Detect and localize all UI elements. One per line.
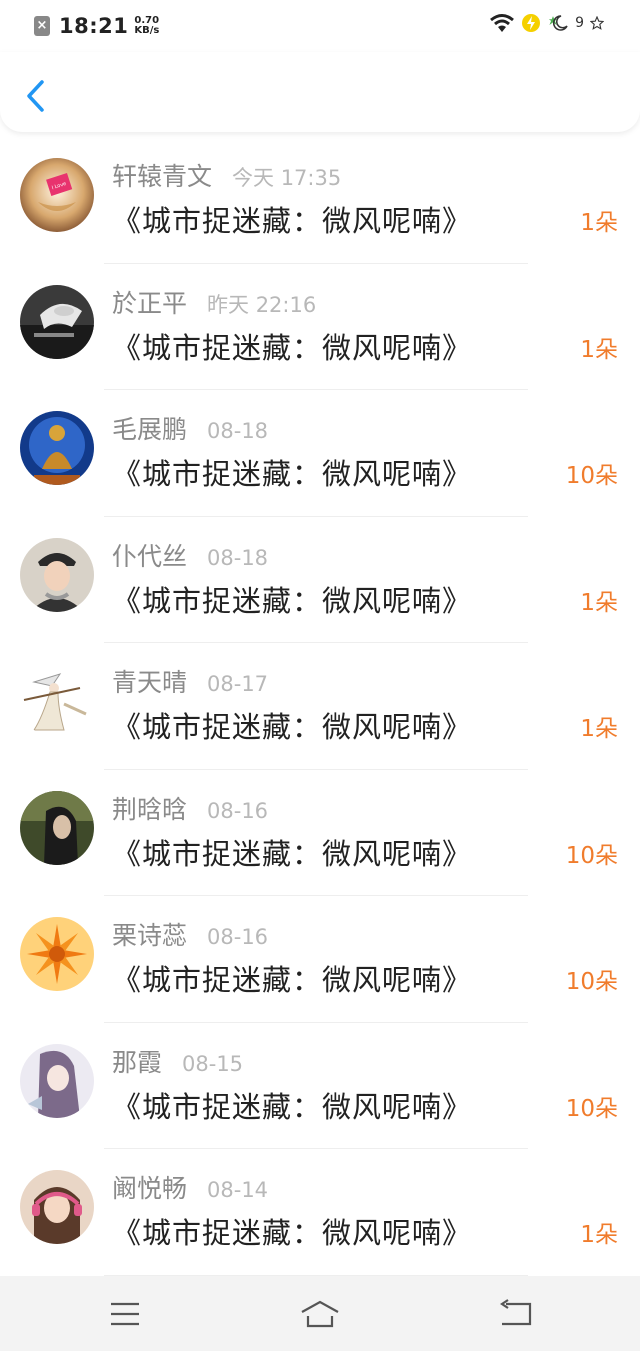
post-time: 08-18 — [207, 419, 269, 443]
book-title: 《城市捉迷藏：微风呢喃》 — [112, 710, 473, 744]
home-icon[interactable] — [298, 1296, 342, 1332]
avatar[interactable]: I Love — [20, 158, 94, 232]
list-item[interactable]: 毛展鹏 08-18 《城市捉迷藏：微风呢喃》 10朵 — [0, 390, 640, 517]
post-time: 08-15 — [182, 1051, 244, 1076]
user-name: 那霞 — [112, 1047, 163, 1077]
post-time: 08-18 — [207, 545, 269, 570]
user-name: 栗诗蕊 — [112, 921, 188, 950]
user-name: 荆晗晗 — [112, 794, 188, 824]
back-icon[interactable] — [496, 1296, 536, 1332]
moon-star-icon — [548, 15, 568, 31]
flower-count: 1朵 — [580, 210, 618, 236]
status-bar: × 18:21 0.70 KB/s 9 — [0, 0, 640, 52]
book-title: 《城市捉迷藏：微风呢喃》 — [112, 836, 473, 871]
wifi-icon — [490, 14, 515, 32]
avatar[interactable] — [20, 411, 94, 485]
book-title: 《城市捉迷藏：微风呢喃》 — [112, 1089, 473, 1124]
star-icon — [590, 16, 604, 30]
list-item[interactable]: 荆晗晗 08-16 《城市捉迷藏：微风呢喃》 10朵 — [0, 770, 640, 896]
post-time: 08-14 — [207, 1178, 269, 1202]
charging-icon — [522, 14, 541, 32]
flower-count: 10朵 — [565, 1095, 618, 1122]
list-item[interactable]: 那霞 08-15 《城市捉迷藏：微风呢喃》 10朵 — [0, 1023, 640, 1149]
flower-count: 10朵 — [565, 463, 618, 489]
avatar[interactable] — [20, 664, 94, 738]
flower-count: 1朵 — [580, 1222, 618, 1248]
avatar[interactable] — [20, 1170, 94, 1244]
avatar[interactable] — [20, 1043, 94, 1118]
list-item[interactable]: 栗诗蕊 08-16 《城市捉迷藏：微风呢喃》 10朵 — [0, 896, 640, 1023]
book-title: 《城市捉迷藏：微风呢喃》 — [112, 1216, 473, 1250]
list-item[interactable]: 青天晴 08-17 《城市捉迷藏：微风呢喃》 1朵 — [0, 643, 640, 770]
flower-count: 1朵 — [580, 716, 618, 742]
flower-count: 10朵 — [565, 969, 618, 995]
battery-badge: 9 — [575, 15, 584, 31]
user-name: 轩辕青文 — [112, 162, 213, 191]
book-title: 《城市捉迷藏：微风呢喃》 — [112, 204, 473, 238]
flower-count: 1朵 — [580, 589, 618, 616]
user-name: 於正平 — [112, 288, 188, 318]
avatar[interactable] — [20, 537, 94, 612]
avatar[interactable] — [20, 284, 94, 359]
book-title: 《城市捉迷藏：微风呢喃》 — [112, 963, 473, 997]
user-name: 仆代丝 — [112, 541, 188, 571]
menu-icon[interactable] — [105, 1296, 145, 1332]
header-bar — [0, 52, 640, 132]
network-speed: 0.70 KB/s — [134, 16, 159, 36]
speed-unit: KB/s — [134, 25, 160, 36]
book-title: 《城市捉迷藏：微风呢喃》 — [112, 583, 473, 618]
post-time: 08-16 — [207, 798, 269, 823]
post-time: 昨天 22:16 — [207, 292, 317, 317]
navigation-bar — [0, 1276, 640, 1351]
avatar[interactable] — [20, 790, 94, 865]
list-item[interactable]: 仆代丝 08-18 《城市捉迷藏：微风呢喃》 1朵 — [0, 517, 640, 643]
sim-icon: × — [34, 16, 50, 36]
user-name: 青天晴 — [112, 668, 188, 697]
book-title: 《城市捉迷藏：微风呢喃》 — [112, 457, 473, 491]
user-name: 阚悦畅 — [112, 1174, 188, 1203]
post-time: 08-17 — [207, 672, 269, 696]
user-name: 毛展鹏 — [112, 415, 188, 444]
book-title: 《城市捉迷藏：微风呢喃》 — [112, 330, 473, 365]
status-time: 18:21 — [59, 14, 129, 38]
flower-count: 10朵 — [565, 842, 618, 869]
chevron-left-icon[interactable] — [22, 78, 52, 114]
flower-count: 1朵 — [580, 336, 618, 363]
post-time: 今天 17:35 — [232, 166, 342, 190]
list-item[interactable]: 阚悦畅 08-14 《城市捉迷藏：微风呢喃》 1朵 — [0, 1149, 640, 1276]
list-item[interactable]: 於正平 昨天 22:16 《城市捉迷藏：微风呢喃》 1朵 — [0, 264, 640, 390]
list-item[interactable]: I Love 轩辕青文 今天 17:35 《城市捉迷藏：微风呢喃》 1朵 — [0, 137, 640, 264]
gift-record-list: I Love 轩辕青文 今天 17:35 《城市捉迷藏：微风呢喃》 1朵 於正平… — [0, 137, 640, 1276]
avatar[interactable] — [20, 917, 94, 991]
post-time: 08-16 — [207, 925, 269, 949]
